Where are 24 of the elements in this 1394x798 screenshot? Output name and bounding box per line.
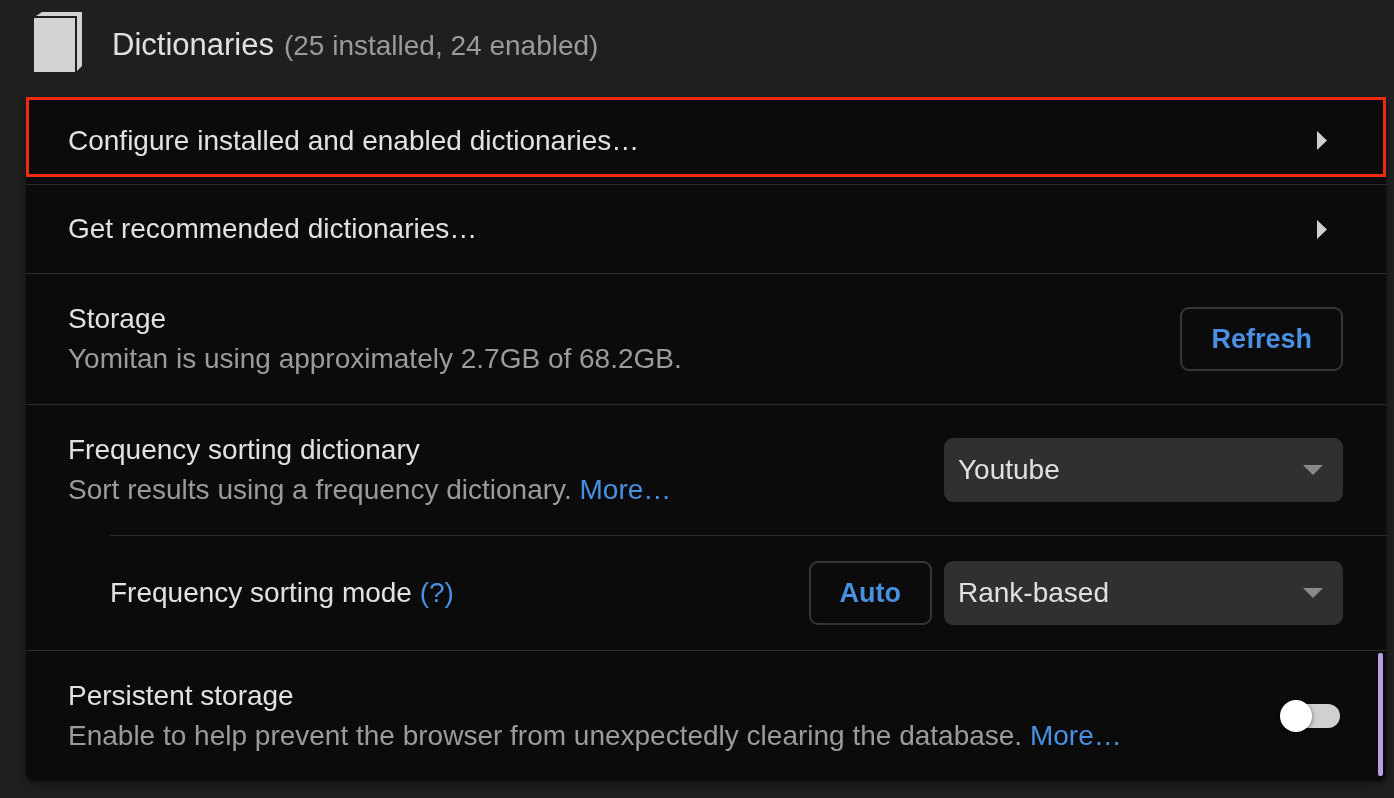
toggle-switch[interactable] — [1280, 700, 1340, 732]
settings-nav-row[interactable]: Configure installed and enabled dictionaries… — [26, 97, 1386, 184]
setting-label: Persistent storage — [68, 679, 295, 713]
setting-label: Frequency sorting mode (?) — [110, 576, 455, 610]
caret-down-icon — [1303, 465, 1323, 475]
install-count: (25 installed, 24 enabled) — [283, 30, 599, 62]
book-icon — [34, 12, 82, 72]
help-link[interactable]: (?) — [419, 577, 454, 608]
outline-button[interactable]: Refresh — [1180, 307, 1343, 371]
outline-button[interactable]: Auto — [808, 561, 932, 625]
caret-right-icon — [1317, 219, 1327, 239]
caret-down-icon — [1303, 588, 1323, 598]
setting-description: Yomitan is using approximately 2.7GB of 68.2GB. — [68, 342, 683, 376]
setting-description: Enable to help prevent the browser from unexpectedly clearing the database. More… — [68, 719, 1123, 753]
settings-nav-row[interactable]: Get recommended dictionaries… — [26, 185, 1386, 273]
setting-label: Frequency sorting dictionary — [68, 433, 421, 467]
more-link[interactable]: More… — [579, 474, 672, 505]
more-link[interactable]: More… — [1029, 720, 1122, 751]
dropdown-select[interactable]: Rank-based — [944, 561, 1343, 625]
section-title: Dictionaries — [112, 26, 274, 64]
setting-description: Sort results using a frequency dictionary. More… — [68, 473, 673, 507]
setting-label: Storage — [68, 302, 168, 336]
caret-right-icon — [1317, 131, 1327, 150]
dropdown-select[interactable]: Youtube — [944, 438, 1343, 502]
